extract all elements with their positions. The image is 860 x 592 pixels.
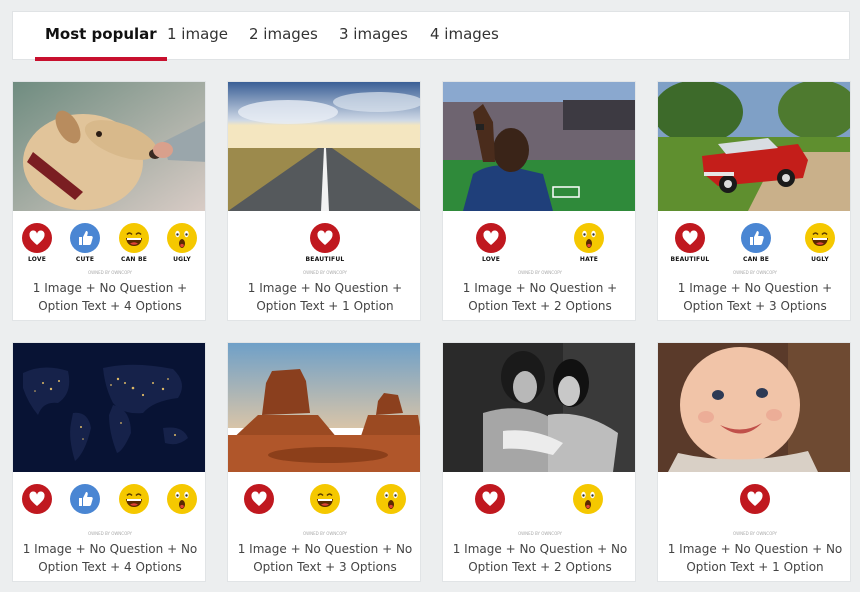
heart-icon[interactable]	[740, 484, 770, 514]
tab-1-image[interactable]: 1 image	[167, 12, 228, 60]
heart-icon[interactable]	[244, 484, 274, 514]
shocked-icon[interactable]	[573, 484, 603, 514]
card-caption: 1 Image + No Question + No Option Text +…	[237, 542, 413, 574]
poll-card[interactable]: OWNED BY OWNCOPY 1 Image + No Question + …	[657, 342, 851, 582]
shocked-icon[interactable]	[167, 223, 197, 253]
road-to-horizon-photo[interactable]	[228, 82, 420, 211]
stadium-fan-photo[interactable]	[443, 82, 635, 211]
card-caption: 1 Image + No Question + Option Text + 1 …	[247, 281, 403, 313]
card-caption: 1 Image + No Question + No Option Text +…	[667, 542, 843, 574]
reaction-label: BEAUTIFUL	[670, 256, 710, 263]
reaction-label: HATE	[579, 256, 599, 263]
card-caption: 1 Image + No Question + No Option Text +…	[452, 542, 628, 574]
reaction-label: LOVE	[481, 256, 501, 263]
thumbs-up-icon[interactable]	[70, 223, 100, 253]
image-credit: OWNED BY OWNCOPY	[732, 531, 778, 536]
tab-3-images[interactable]: 3 images	[339, 12, 408, 60]
shocked-icon[interactable]	[167, 484, 197, 514]
card-caption: 1 Image + No Question + Option Text + 3 …	[677, 281, 833, 313]
grin-icon[interactable]	[310, 484, 340, 514]
heart-icon[interactable]	[22, 223, 52, 253]
card-caption: 1 Image + No Question + No Option Text +…	[22, 542, 198, 574]
shocked-icon[interactable]	[376, 484, 406, 514]
image-credit: OWNED BY OWNCOPY	[87, 531, 133, 536]
poll-card[interactable]: OWNED BY OWNCOPY 1 Image + No Question + …	[442, 342, 636, 582]
heart-icon[interactable]	[675, 223, 705, 253]
red-vintage-car-photo[interactable]	[658, 82, 850, 211]
poll-card[interactable]: BEAUTIFUL OWNED BY OWNCOPY 1 Image + No Qu…	[227, 81, 421, 321]
poll-card[interactable]: OWNED BY OWNCOPY 1 Image + No Question + …	[12, 342, 206, 582]
desert-buttes-photo[interactable]	[228, 343, 420, 472]
earth-at-night-photo[interactable]	[13, 343, 205, 472]
grin-icon[interactable]	[805, 223, 835, 253]
reaction-label: UGLY	[811, 256, 829, 263]
heart-icon[interactable]	[476, 223, 506, 253]
filter-tab-bar: Most popular 1 image 2 images 3 images 4…	[12, 11, 850, 61]
image-credit: OWNED BY OWNCOPY	[302, 270, 348, 275]
card-caption: 1 Image + No Question + Option Text + 4 …	[32, 281, 188, 313]
reaction-label: BEAUTIFUL	[305, 256, 345, 263]
poll-card[interactable]: LOVE HATE OWNED BY OWNCOPY 1 Image + No Que…	[442, 81, 636, 321]
heart-icon[interactable]	[22, 484, 52, 514]
reaction-label: UGLY	[173, 256, 191, 263]
image-credit: OWNED BY OWNCOPY	[517, 270, 563, 275]
heart-icon[interactable]	[475, 484, 505, 514]
grin-icon[interactable]	[119, 223, 149, 253]
tab-most-popular[interactable]: Most popular	[35, 12, 167, 61]
poll-card[interactable]: LOVE CUTE CAN BE UGLY OWNED BY OWNCOPY 1 Imag…	[12, 81, 206, 321]
image-credit: OWNED BY OWNCOPY	[517, 531, 563, 536]
poll-card[interactable]: BEAUTIFUL CAN BE UGLY OWNED BY OWNCOPY 1 Ima…	[657, 81, 851, 321]
shocked-icon[interactable]	[574, 223, 604, 253]
image-credit: OWNED BY OWNCOPY	[87, 270, 133, 275]
thumbs-up-icon[interactable]	[70, 484, 100, 514]
image-credit: OWNED BY OWNCOPY	[302, 531, 348, 536]
tab-2-images[interactable]: 2 images	[249, 12, 318, 60]
dog-and-hand-photo[interactable]	[13, 82, 205, 211]
reaction-label: CAN BE	[742, 256, 770, 263]
image-credit: OWNED BY OWNCOPY	[732, 270, 778, 275]
grin-icon[interactable]	[119, 484, 149, 514]
thumbs-up-icon[interactable]	[741, 223, 771, 253]
tab-4-images[interactable]: 4 images	[430, 12, 499, 60]
heart-icon[interactable]	[310, 223, 340, 253]
card-caption: 1 Image + No Question + Option Text + 2 …	[462, 281, 618, 313]
smiling-baby-photo[interactable]	[658, 343, 850, 472]
poll-card[interactable]: OWNED BY OWNCOPY 1 Image + No Question + …	[227, 342, 421, 582]
two-women-bw-photo[interactable]	[443, 343, 635, 472]
